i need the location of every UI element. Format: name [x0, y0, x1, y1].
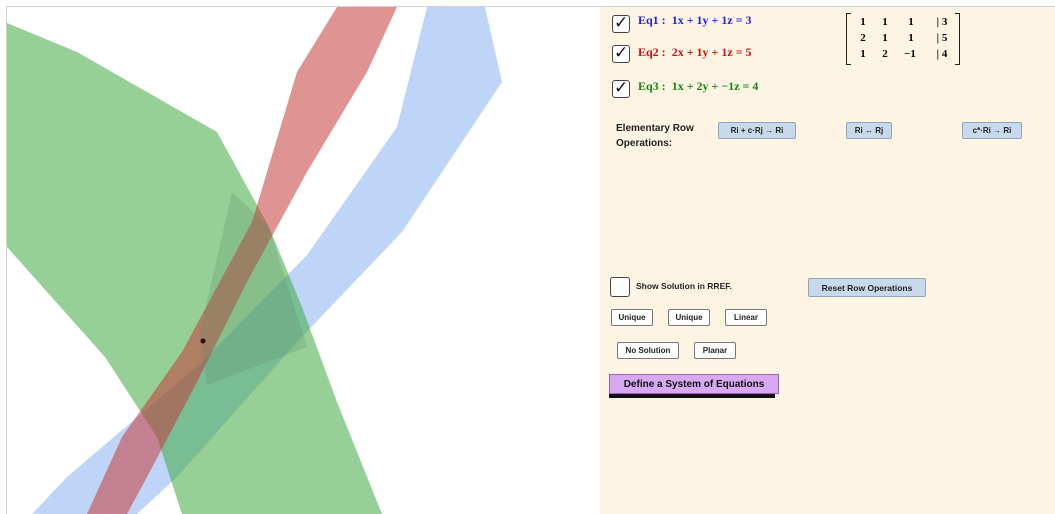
matrix-cell: 1	[908, 16, 914, 28]
matrix-cell: | 4	[936, 48, 948, 60]
eq1-label: Eq1 : 1x + 1y + 1z = 3	[638, 13, 752, 27]
eq3-label: Eq3 : 1x + 2y + −1z = 4	[638, 79, 759, 93]
graphics-3d-view[interactable]	[6, 6, 601, 514]
matrix-cell: 2	[882, 48, 888, 60]
matrix-cell: 1	[860, 48, 866, 60]
matrix-cell: 2	[860, 32, 866, 44]
row-operations-label: Elementary Row Operations:	[616, 123, 694, 149]
show-solution-label: Show Solution in RREF.	[636, 281, 732, 291]
checkmark-icon: ✓	[614, 13, 629, 33]
define-system-label[interactable]: Define a System of Equations	[609, 374, 779, 394]
row-scale-button[interactable]: c*·Ri → Ri	[962, 122, 1022, 139]
matrix-cell: 1	[908, 32, 914, 44]
show-solution-checkbox[interactable]	[610, 277, 630, 297]
checkmark-icon: ✓	[614, 78, 629, 98]
eq1-checkbox[interactable]: ✓	[612, 13, 630, 33]
unique-button-1[interactable]: Unique	[611, 309, 653, 326]
no-solution-button[interactable]: No Solution	[617, 342, 679, 359]
row-swap-button[interactable]: Ri ↔ Rj	[846, 122, 892, 139]
planar-button[interactable]: Planar	[694, 342, 736, 359]
reset-row-operations-button[interactable]: Reset Row Operations	[808, 278, 926, 297]
control-panel: ✓ Eq1 : 1x + 1y + 1z = 3 ✓ Eq2 : 2x + 1y…	[600, 6, 1055, 514]
matrix-cell: 1	[860, 16, 866, 28]
matrix-cell: | 5	[936, 32, 948, 44]
planes-canvas	[7, 7, 502, 514]
eq3-checkbox[interactable]: ✓	[612, 78, 630, 98]
row-add-button[interactable]: Ri + c·Rj → Ri	[718, 122, 796, 139]
augmented-matrix: 1 1 1 | 3 2 1 1 | 5 1 2 −1 | 4	[846, 13, 960, 65]
matrix-cell: 1	[882, 16, 888, 28]
matrix-left-bracket	[846, 13, 851, 65]
solution-point[interactable]	[200, 338, 206, 344]
unique-button-2[interactable]: Unique	[668, 309, 710, 326]
matrix-cell: | 3	[936, 16, 948, 28]
define-system-button[interactable]: Define a System of Equations	[609, 374, 779, 398]
matrix-cell: 1	[882, 32, 888, 44]
checkmark-icon: ✓	[614, 43, 629, 63]
eq2-checkbox[interactable]: ✓	[612, 43, 630, 63]
eq2-label: Eq2 : 2x + 1y + 1z = 5	[638, 45, 752, 59]
matrix-cell: −1	[904, 48, 916, 60]
linear-button[interactable]: Linear	[725, 309, 767, 326]
